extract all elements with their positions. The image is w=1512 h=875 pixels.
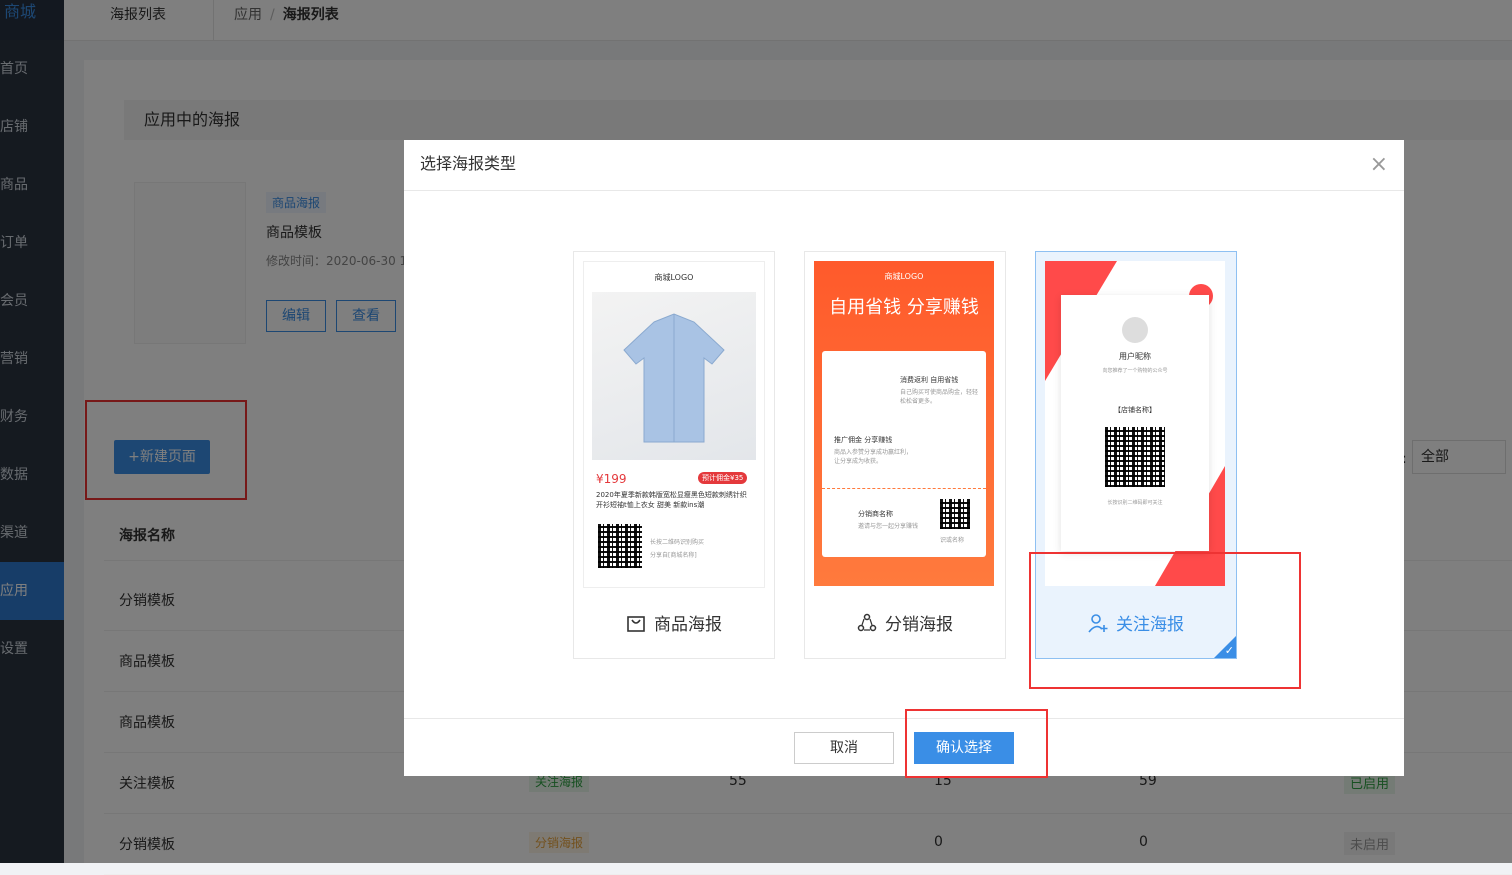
preview-item2-desc: 商品入参赞分享成功赢红利，让分享成为收获。 (834, 449, 913, 465)
preview-qr-hint: 长按二维码识别购买 (650, 539, 705, 546)
poster-type-text: 分销海报 (885, 615, 953, 635)
modal-title: 选择海报类型 (404, 140, 1404, 191)
shirt-icon (623, 313, 725, 443)
highlight-follow-poster (1029, 552, 1301, 689)
follow-poster-preview: 用户昵称 向您推荐了一个购物的公众号 【店铺名称】 长按识别二维码即可关注 (1045, 261, 1225, 586)
qr-code-icon (940, 499, 970, 529)
preview-commission: 预计佣金¥35 (698, 472, 748, 484)
shirt-image (592, 292, 756, 460)
preview-scan: 识或名称 (940, 537, 965, 544)
preview-headline: 自用省钱 分享赚钱 (829, 297, 979, 318)
preview-panel: 消费返利 自用省钱 自己购买可使商品购金，轻轻松松省更多。 推广佣金 分享赚钱 … (822, 351, 986, 557)
preview-logo: 商城LOGO (654, 273, 694, 282)
preview-desc: 2020年夏季新款韩版宽松显瘦黑色短款刺绣针织开衫短袖t恤上衣女 甜美 新款in… (596, 491, 747, 509)
preview-shop: 【店铺名称】 (1114, 406, 1156, 414)
close-icon[interactable]: × (1370, 152, 1388, 177)
preview-invite: 邀请与您一起分享赚钱 (858, 523, 919, 530)
preview-logo: 商城LOGO (884, 272, 924, 281)
share-icon (857, 613, 877, 638)
poster-type-product[interactable]: 商城LOGO ¥199 预计佣金¥35 2020年夏季新款韩版宽松显瘦黑色短款刺… (573, 251, 775, 659)
qr-code-icon (1105, 427, 1165, 487)
modal-footer: 取消 确认选择 (404, 718, 1404, 776)
preview-item1-title: 消费返利 自用省钱 (900, 376, 959, 384)
preview-item1-desc: 自己购买可使商品购金，轻轻松松省更多。 (900, 389, 979, 405)
poster-type-distribution[interactable]: 商城LOGO 自用省钱 分享赚钱 消费返利 自用省钱 自己购买可使商品购金，轻轻… (804, 251, 1006, 659)
qr-code-icon (598, 524, 642, 568)
preview-card: 用户昵称 向您推荐了一个购物的公众号 【店铺名称】 长按识别二维码即可关注 (1061, 295, 1209, 551)
distribution-poster-preview: 商城LOGO 自用省钱 分享赚钱 消费返利 自用省钱 自己购买可使商品购金，轻轻… (814, 261, 994, 586)
preview-user: 分销商名称 (858, 510, 893, 518)
poster-type-label: 分销海报 (805, 610, 1005, 638)
highlight-confirm (905, 709, 1048, 778)
preview-item2-title: 推广佣金 分享赚钱 (834, 436, 893, 444)
poster-type-label: 商品海报 (574, 610, 774, 638)
cancel-button[interactable]: 取消 (794, 732, 894, 764)
preview-price: ¥199 (596, 472, 627, 486)
avatar (1122, 317, 1148, 343)
product-poster-preview: 商城LOGO ¥199 预计佣金¥35 2020年夏季新款韩版宽松显瘦黑色短款刺… (583, 261, 765, 588)
poster-type-text: 商品海报 (654, 615, 722, 635)
bag-icon (626, 613, 646, 638)
preview-invite: 向您推荐了一个购物的公众号 (1102, 368, 1168, 374)
preview-shop: 分享自[商城名称] (650, 552, 697, 559)
preview-hint: 长按识别二维码即可关注 (1107, 500, 1163, 506)
preview-nick: 用户昵称 (1119, 352, 1151, 361)
preview-divider (822, 488, 986, 489)
